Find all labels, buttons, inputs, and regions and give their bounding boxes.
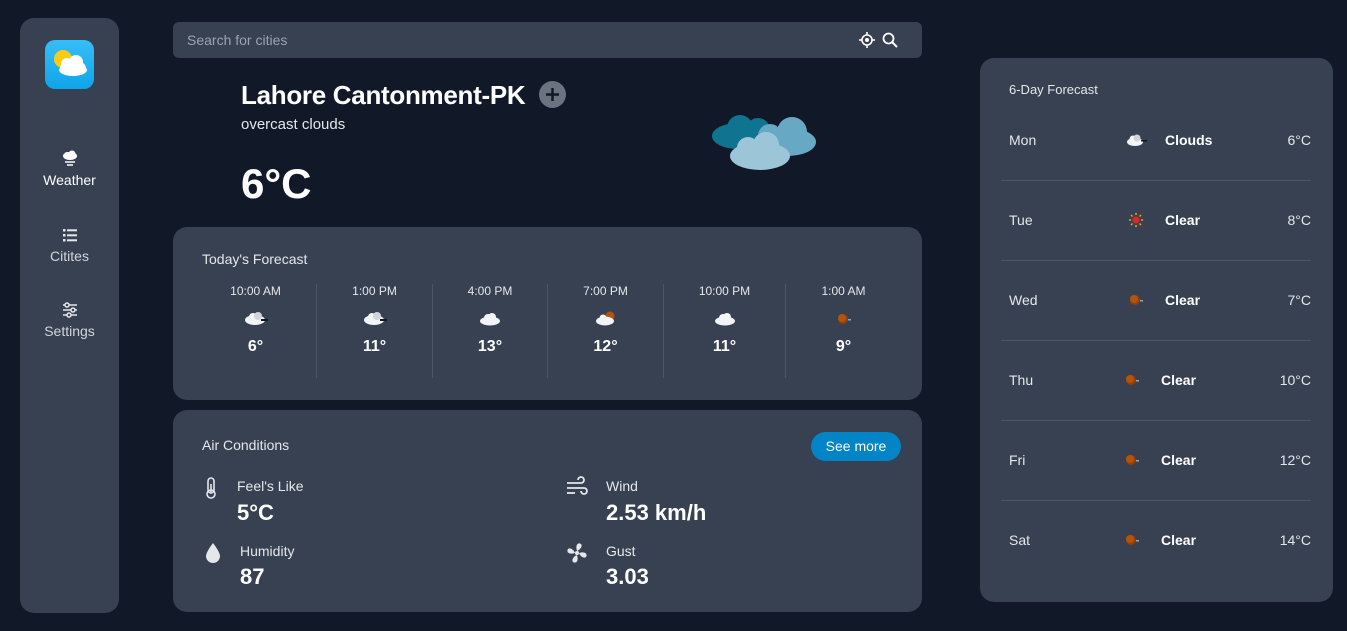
sun-cloud-icon <box>54 50 87 76</box>
humidity-label: Humidity <box>240 543 295 559</box>
humidity-value: 87 <box>240 564 265 589</box>
hour-time: 1:00 AM <box>821 284 866 298</box>
overcast-clouds-icon <box>712 115 816 170</box>
hour-item: 10:00 PM 11° <box>664 284 785 378</box>
thermometer-icon <box>206 477 216 499</box>
sliders-icon <box>62 302 77 318</box>
hour-temp: 12° <box>593 338 618 355</box>
sidebar-item-label: Citites <box>50 248 89 264</box>
forecast-day-row: Tue Clear 8°C <box>1001 138 1311 228</box>
forecast-day-row: Mon Clouds 6°C <box>1001 58 1311 148</box>
wind-value: 2.53 km/h <box>606 500 707 525</box>
cloud-icon <box>480 313 500 326</box>
day-name: Sat <box>1009 532 1031 548</box>
six-day-forecast-card: 6-Day Forecast Mon Clouds 6°C Tue Clear … <box>980 58 1333 602</box>
sidebar-item-label: Settings <box>44 323 95 339</box>
search-icon[interactable] <box>881 31 899 49</box>
hour-item: 4:00 PM 13° <box>433 284 547 378</box>
day-condition: Clear <box>1161 532 1197 548</box>
hour-time: 7:00 PM <box>583 284 628 298</box>
see-more-button[interactable]: See more <box>811 432 901 461</box>
weather-description: overcast clouds <box>241 116 346 133</box>
hour-item: 7:00 PM 12° <box>548 284 663 378</box>
hour-item: 1:00 PM 11° <box>317 284 432 378</box>
forecast-day-row: Fri Clear 12°C <box>1001 378 1311 468</box>
todays-forecast-card: Today's Forecast 10:00 AM 6° 1:00 PM 11°… <box>173 227 922 400</box>
locate-icon[interactable] <box>858 31 876 49</box>
hour-temp: 11° <box>712 338 737 355</box>
hour-time: 1:00 PM <box>352 284 397 298</box>
todays-forecast-title: Today's Forecast <box>202 251 308 267</box>
cloudy-icon <box>363 312 387 325</box>
hour-temp: 13° <box>477 338 503 355</box>
sidebar: Weather Citites Settings <box>20 18 119 613</box>
day-temp: 14°C <box>1279 532 1311 548</box>
hour-temp: 6° <box>247 338 264 355</box>
moon-icon <box>1126 535 1139 545</box>
hour-item: 1:00 AM 9° <box>786 284 901 378</box>
hour-temp: 11° <box>362 338 387 355</box>
forecast-day-row: Sat Clear 14°C <box>1001 458 1311 548</box>
sidebar-item-settings[interactable]: Settings <box>20 301 119 339</box>
gust-label: Gust <box>606 543 636 559</box>
list-icon <box>62 229 77 242</box>
feels-like-value: 5°C <box>237 500 274 525</box>
forecast-day-row: Thu Clear 10°C <box>1001 298 1311 388</box>
search-bar <box>173 22 922 58</box>
sidebar-item-label: Weather <box>43 172 96 188</box>
hour-temp: 9° <box>835 338 852 355</box>
wind-icon <box>567 476 588 495</box>
app-logo <box>45 40 94 89</box>
partly-cloudy-night-icon <box>595 311 614 326</box>
plus-icon <box>546 88 559 101</box>
cloud-icon <box>714 313 735 326</box>
feels-like-label: Feel's Like <box>237 478 304 494</box>
search-input[interactable] <box>173 22 833 58</box>
hour-time: 10:00 AM <box>230 284 281 298</box>
current-temperature: 6°C <box>241 160 312 207</box>
gust-value: 3.03 <box>606 564 649 589</box>
air-conditions-card: Air Conditions See more Feel's Like 5°C … <box>173 410 922 612</box>
hour-item: 10:00 AM 6° <box>199 284 312 378</box>
moon-icon <box>837 314 851 324</box>
air-conditions-title: Air Conditions <box>202 437 290 453</box>
add-city-button[interactable] <box>539 81 566 108</box>
cloud-rain-icon <box>62 150 77 166</box>
city-header: Lahore Cantonment-PK <box>241 80 566 110</box>
sidebar-item-cities[interactable]: Citites <box>20 226 119 264</box>
city-name: Lahore Cantonment-PK <box>241 80 526 110</box>
cloudy-icon <box>244 312 268 325</box>
hour-time: 10:00 PM <box>698 284 751 298</box>
forecast-day-row: Wed Clear 7°C <box>1001 218 1311 308</box>
hour-time: 4:00 PM <box>467 284 513 298</box>
wind-label: Wind <box>606 478 638 494</box>
water-drop-icon <box>206 543 220 563</box>
sidebar-item-weather[interactable]: Weather <box>20 150 119 188</box>
fan-icon <box>567 543 587 563</box>
